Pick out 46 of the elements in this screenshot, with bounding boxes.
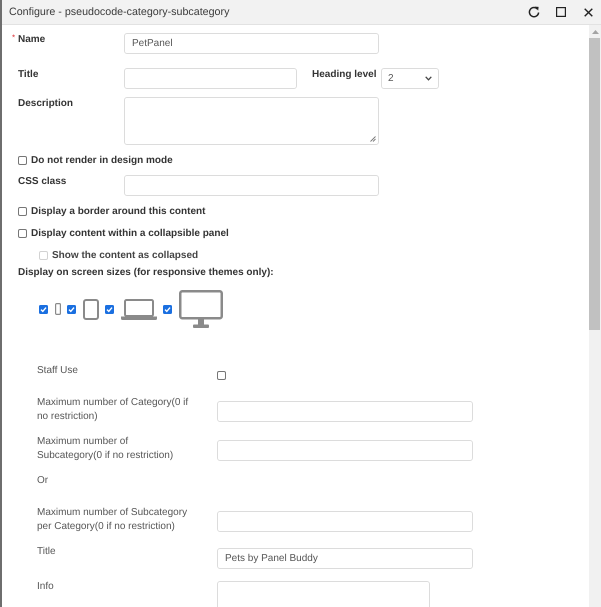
required-mark: *	[12, 33, 16, 43]
checkbox[interactable]	[217, 371, 226, 380]
checkbox-label: Do not render in design mode	[31, 154, 173, 166]
text-field[interactable]: Pets by Panel Buddy	[217, 548, 473, 569]
laptop-icon	[121, 298, 157, 320]
dropdown[interactable]: 2	[381, 68, 439, 89]
field-label: Maximum number of Subcategory(0 if no restriction)	[37, 435, 174, 463]
refresh-icon[interactable]	[528, 6, 540, 18]
checkbox[interactable]	[105, 304, 114, 314]
text-field[interactable]	[124, 175, 379, 196]
field-label: Display on screen sizes (for responsive themes only):	[18, 266, 274, 280]
checkbox[interactable]	[67, 304, 76, 314]
checkbox[interactable]	[18, 156, 27, 164]
text-field[interactable]	[217, 401, 473, 422]
window-title: Configure - pseudocode-category-subcategory	[9, 6, 230, 18]
checkbox[interactable]	[18, 228, 27, 238]
scrollbar[interactable]	[589, 25, 601, 607]
scrollbar-thumb[interactable]	[589, 38, 600, 330]
field-label: Or	[37, 474, 48, 488]
maximize-icon[interactable]	[556, 7, 566, 17]
tablet-icon	[83, 298, 99, 320]
checkbox-label: Show the content as collapsed	[52, 250, 198, 260]
chevron-down-icon	[425, 76, 432, 81]
field-label: Name	[18, 33, 46, 47]
text-field[interactable]: PetPanel	[124, 33, 379, 54]
close-icon[interactable]	[584, 8, 593, 16]
field-label: Maximum number of Subcategory per Category(0 if no restriction)	[37, 506, 188, 534]
text-field[interactable]	[217, 511, 473, 532]
checkbox-label: Display content within a collapsible panel	[31, 228, 229, 238]
checkbox-label: Display a border around this content	[31, 206, 206, 216]
resize-grip-icon[interactable]	[370, 136, 376, 142]
field-label: Staff Use	[37, 364, 78, 378]
text-field[interactable]	[124, 68, 297, 89]
field-label: Heading level	[312, 68, 378, 82]
checkbox[interactable]	[163, 304, 172, 314]
checkbox[interactable]	[18, 206, 27, 216]
field-label: Description	[18, 97, 74, 111]
field-label: Title	[18, 68, 38, 82]
field-label: Title	[37, 545, 56, 559]
checkbox[interactable]	[39, 304, 48, 314]
field-label: CSS class	[18, 175, 66, 189]
text-field[interactable]	[217, 440, 473, 461]
phone-icon	[55, 303, 61, 315]
monitor-icon	[179, 290, 223, 328]
field-label: Info	[37, 580, 54, 594]
field-label: Maximum number of Category(0 if no restriction)	[37, 396, 190, 424]
